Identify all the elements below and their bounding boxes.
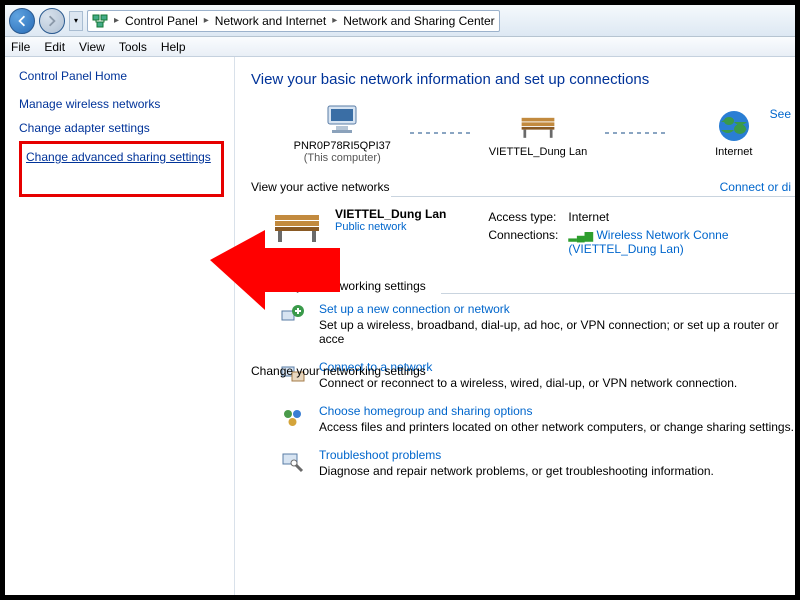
chevron-right-icon: ▸ — [114, 15, 119, 26]
map-internet-label: Internet — [715, 146, 752, 158]
control-panel-home-link[interactable]: Control Panel Home — [19, 69, 224, 83]
content-pane: View your basic network information and … — [235, 57, 795, 595]
connect-disconnect-link[interactable]: Connect or di — [720, 180, 791, 194]
computer-icon — [322, 102, 362, 138]
conn-line2: (VIETTEL_Dung Lan) — [568, 242, 683, 256]
conn-line1: Wireless Network Conne — [596, 228, 728, 242]
bench-icon — [271, 207, 323, 245]
menu-edit[interactable]: Edit — [44, 40, 65, 54]
map-pc-sub: (This computer) — [304, 152, 381, 164]
see-full-map-link[interactable]: See — [770, 107, 791, 121]
highlight-box: Change advanced sharing settings — [19, 141, 224, 197]
crumb-control-panel[interactable]: Control Panel — [125, 14, 198, 28]
task-desc: Diagnose and repair network problems, or… — [319, 464, 714, 478]
crumb-network-sharing[interactable]: Network and Sharing Center — [343, 14, 494, 28]
signal-icon: ▂▄▆ — [568, 230, 593, 242]
map-router-label: VIETTEL_Dung Lan — [489, 146, 587, 158]
map-connection-line — [605, 132, 666, 134]
address-bar: ▾ ▸ Control Panel ▸ Network and Internet… — [5, 5, 795, 37]
network-map: PNR0P78RI5QPI37 (This computer) VIETTEL_… — [281, 102, 795, 164]
network-type-link[interactable]: Public network — [335, 221, 446, 233]
back-button[interactable] — [9, 8, 35, 34]
task-title[interactable]: Troubleshoot problems — [319, 448, 714, 462]
crumb-network-internet[interactable]: Network and Internet — [215, 14, 326, 28]
change-settings-label: Change your networking settings — [251, 279, 426, 293]
sidebar-link-advanced-sharing[interactable]: Change advanced sharing settings — [26, 150, 217, 164]
chevron-right-icon: ▸ — [332, 15, 337, 26]
task-desc: Access files and printers located on oth… — [319, 420, 794, 434]
map-node-pc: PNR0P78RI5QPI37 (This computer) — [281, 102, 404, 164]
active-network-block: VIETTEL_Dung Lan Public network Access t… — [271, 207, 795, 259]
menu-bar: File Edit View Tools Help — [5, 37, 795, 57]
divider — [391, 196, 795, 197]
sidebar-link-wireless[interactable]: Manage wireless networks — [19, 97, 224, 111]
network-center-icon — [92, 13, 108, 29]
network-identity: VIETTEL_Dung Lan Public network — [271, 207, 446, 245]
map-connection-line — [410, 132, 471, 134]
task-troubleshoot: Troubleshoot problems Diagnose and repai… — [279, 448, 795, 478]
task-title[interactable]: Choose homegroup and sharing options — [319, 404, 794, 418]
menu-file[interactable]: File — [11, 40, 30, 54]
task-desc: Connect or reconnect to a wireless, wire… — [319, 376, 737, 390]
menu-view[interactable]: View — [79, 40, 105, 54]
active-networks-label: View your active networks — [251, 180, 795, 194]
network-name: VIETTEL_Dung Lan — [335, 207, 446, 221]
forward-button[interactable] — [39, 8, 65, 34]
page-title: View your basic network information and … — [251, 71, 795, 88]
map-pc-label: PNR0P78RI5QPI37 — [294, 140, 391, 152]
setup-connection-icon — [279, 302, 307, 330]
map-node-router: VIETTEL_Dung Lan — [477, 108, 600, 158]
troubleshoot-icon — [279, 448, 307, 476]
task-title[interactable]: Set up a new connection or network — [319, 302, 795, 316]
chevron-right-icon: ▸ — [204, 15, 209, 26]
network-details: Access type: Internet Connections: ▂▄▆ W… — [486, 207, 738, 259]
history-dropdown[interactable]: ▾ — [69, 11, 83, 31]
sidebar: Control Panel Home Manage wireless netwo… — [5, 57, 235, 595]
sidebar-link-adapter[interactable]: Change adapter settings — [19, 121, 224, 135]
globe-icon — [714, 108, 754, 144]
task-desc: Set up a wireless, broadband, dial-up, a… — [319, 318, 795, 346]
main-layout: Control Panel Home Manage wireless netwo… — [5, 57, 795, 595]
access-type-value: Internet — [568, 209, 736, 225]
task-homegroup: Choose homegroup and sharing options Acc… — [279, 404, 795, 434]
task-setup-connection: Set up a new connection or network Set u… — [279, 302, 795, 346]
homegroup-icon — [279, 404, 307, 432]
menu-help[interactable]: Help — [161, 40, 186, 54]
access-type-label: Access type: — [488, 209, 566, 225]
connections-label: Connections: — [488, 227, 566, 257]
change-settings-label-full: Change your networking settings — [251, 364, 426, 378]
bench-icon — [518, 108, 558, 144]
breadcrumb[interactable]: ▸ Control Panel ▸ Network and Internet ▸… — [87, 10, 500, 32]
divider — [441, 293, 795, 294]
wireless-connection-link[interactable]: Wireless Network Conne (VIETTEL_Dung Lan… — [568, 228, 728, 256]
menu-tools[interactable]: Tools — [119, 40, 147, 54]
